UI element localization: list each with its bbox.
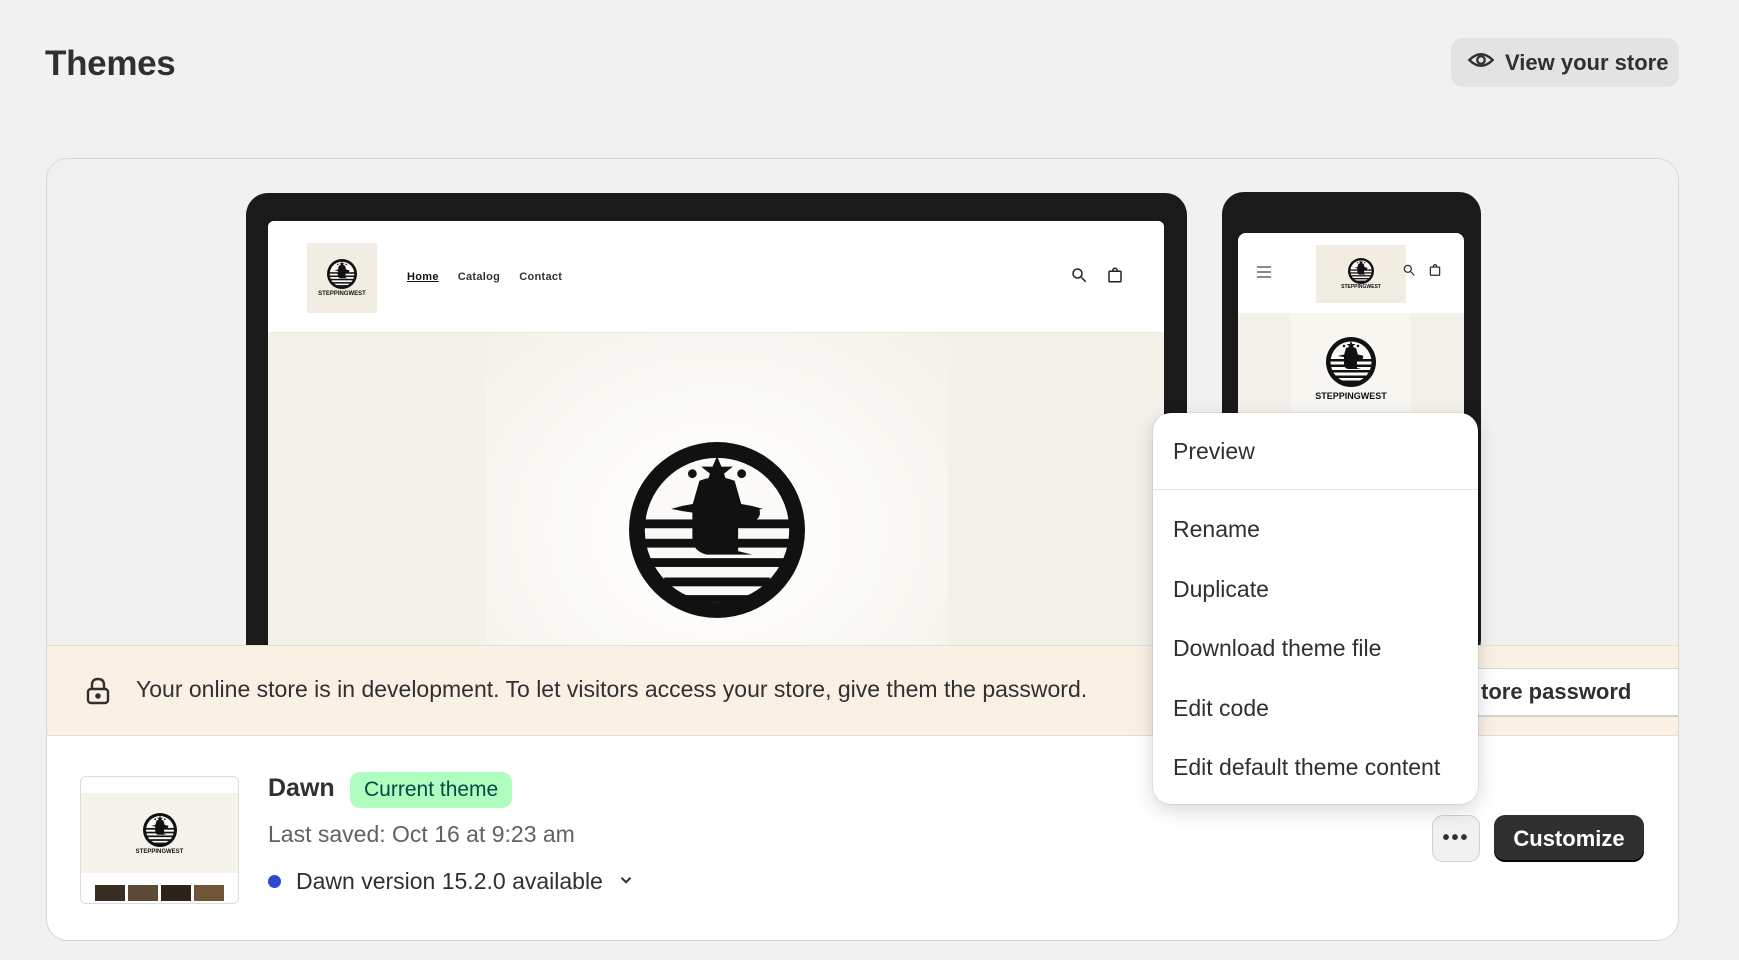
store-logo-text: STEPPINGWEST: [318, 291, 366, 297]
version-status-dot: [268, 875, 281, 888]
search-icon: [1402, 263, 1416, 282]
theme-name: Dawn: [268, 774, 335, 802]
hamburger-icon: [1257, 266, 1271, 278]
menu-item-rename[interactable]: Rename: [1173, 516, 1260, 543]
store-header-icons: [1070, 266, 1124, 289]
lock-icon: [86, 677, 110, 705]
mobile-hero-logo-icon: [1326, 337, 1376, 387]
store-nav-catalog: Catalog: [457, 271, 501, 283]
store-nav-contact: Contact: [519, 271, 563, 283]
mobile-store-logo: STEPPINGWEST: [1316, 245, 1406, 303]
menu-item-edit-code[interactable]: Edit code: [1173, 695, 1269, 722]
current-theme-badge: Current theme: [350, 772, 513, 808]
desktop-preview: STEPPINGWEST Home Catalog Contact: [246, 193, 1187, 661]
thumbnail-brand: STEPPINGWEST: [135, 849, 184, 855]
store-header: STEPPINGWEST Home Catalog Contact: [268, 221, 1164, 333]
menu-item-edit-default-content[interactable]: Edit default theme content: [1173, 754, 1440, 781]
thumbnail-product-strip: [95, 885, 224, 901]
store-nav-home: Home: [407, 271, 439, 283]
more-actions-button[interactable]: •••: [1432, 815, 1480, 862]
cart-icon: [1428, 263, 1442, 282]
chevron-down-icon: [603, 868, 635, 895]
menu-divider: [1153, 489, 1478, 490]
search-icon: [1070, 266, 1088, 289]
eye-icon: [1467, 46, 1495, 80]
mobile-store-hero: STEPPINGWEST: [1291, 313, 1411, 423]
view-store-label: View your store: [1505, 49, 1669, 75]
theme-thumbnail: STEPPINGWEST: [80, 776, 239, 904]
store-hero: [486, 333, 948, 661]
view-store-button[interactable]: View your store: [1451, 38, 1679, 87]
hero-logo-icon: [629, 442, 805, 618]
mobile-header-icons: [1402, 263, 1442, 282]
desktop-preview-screen: STEPPINGWEST Home Catalog Contact: [268, 221, 1164, 661]
store-logo: STEPPINGWEST: [307, 243, 377, 313]
development-banner-message: Your online store is in development. To …: [136, 676, 1088, 702]
menu-item-download-theme[interactable]: Download theme file: [1173, 635, 1381, 662]
cart-icon: [1106, 266, 1124, 289]
last-saved-text: Last saved: Oct 16 at 9:23 am: [268, 821, 575, 847]
customize-button[interactable]: Customize: [1494, 815, 1644, 862]
mobile-store-header: STEPPINGWEST: [1238, 233, 1464, 313]
store-nav: Home Catalog Contact: [407, 271, 562, 283]
version-update-toggle[interactable]: Dawn version 15.2.0 available: [268, 868, 635, 895]
mobile-store-logo-text: STEPPINGWEST: [1341, 284, 1381, 290]
mobile-hero-brand: STEPPINGWEST: [1315, 391, 1387, 401]
version-label: Dawn version 15.2.0 available: [296, 868, 603, 894]
page-title: Themes: [45, 44, 176, 83]
menu-item-preview[interactable]: Preview: [1173, 438, 1255, 465]
menu-item-duplicate[interactable]: Duplicate: [1173, 576, 1269, 603]
thumbnail-logo-icon: [142, 813, 177, 847]
theme-actions-menu: Preview Rename Duplicate Download theme …: [1153, 413, 1478, 804]
